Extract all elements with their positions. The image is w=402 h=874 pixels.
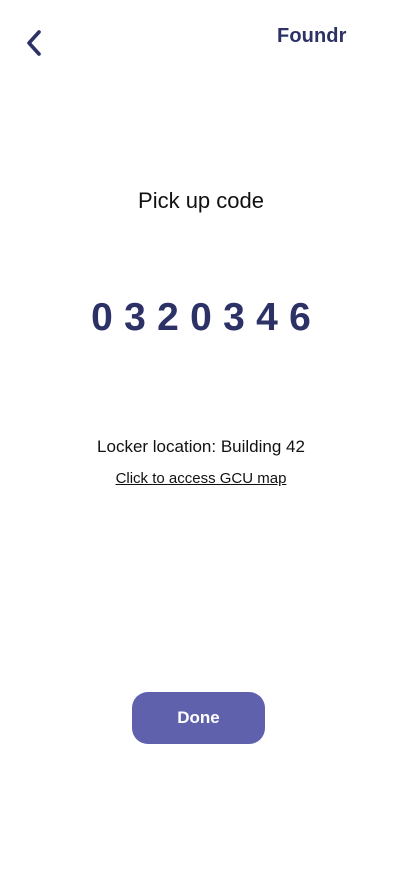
code-digit: 6 — [289, 296, 311, 339]
chevron-left-icon — [27, 30, 41, 56]
pickup-code: 0 3 2 0 3 4 6 — [0, 296, 402, 340]
page-title: Pick up code — [138, 188, 264, 213]
map-link[interactable]: Click to access GCU map — [0, 470, 402, 487]
code-digit: 4 — [256, 296, 278, 339]
code-digit: 0 — [91, 296, 113, 339]
locker-location: Locker location: Building 42 — [97, 437, 305, 456]
brand-title: Foundr — [277, 25, 347, 47]
code-digit: 2 — [157, 296, 179, 339]
back-button[interactable] — [18, 26, 50, 60]
done-button[interactable]: Done — [132, 692, 265, 744]
code-digit: 3 — [223, 296, 245, 339]
code-digit: 0 — [190, 296, 212, 339]
code-digit: 3 — [124, 296, 146, 339]
